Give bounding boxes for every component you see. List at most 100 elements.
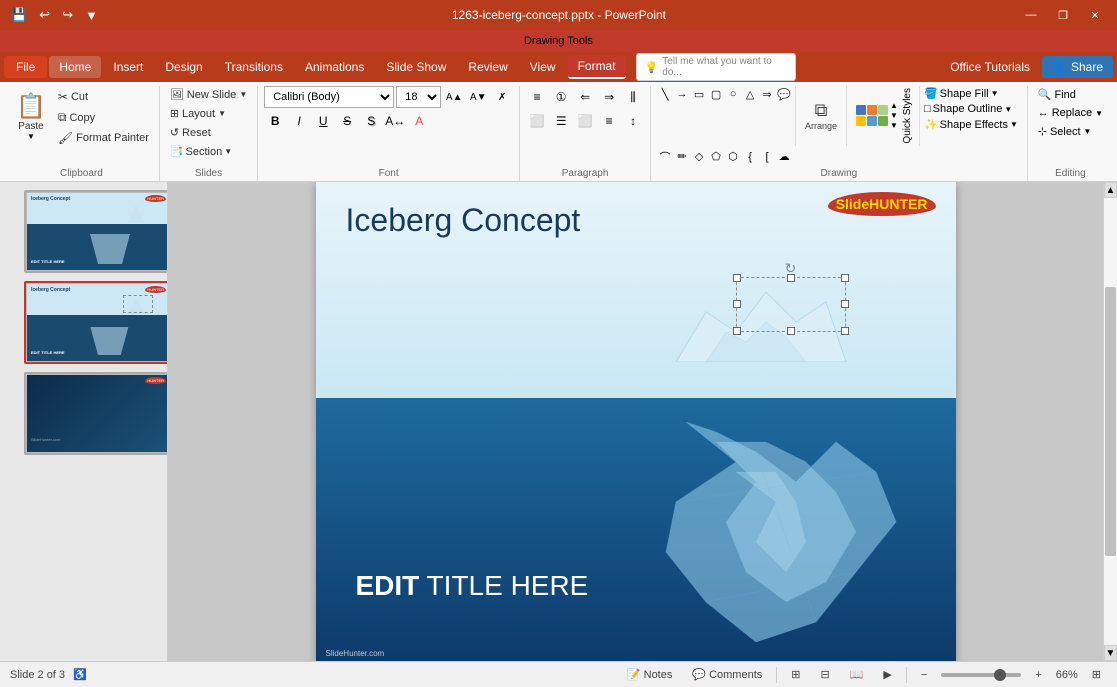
slide-image-3[interactable]: HUNTER SlideHunter.com [24, 372, 168, 455]
quick-styles-scroll-down[interactable]: ▼ [890, 111, 898, 120]
shape-curved-line-btn[interactable]: ⌒ [657, 149, 673, 165]
quick-styles-more[interactable]: ▼ [890, 121, 898, 130]
align-left-button[interactable]: ⬜ [526, 110, 548, 132]
align-right-button[interactable]: ⬜ [574, 110, 596, 132]
slide-title[interactable]: Iceberg Concept [346, 202, 581, 239]
slide-sorter-button[interactable]: ⊟ [814, 666, 835, 683]
shape-outline-button[interactable]: □ Shape Outline ▼ [921, 102, 1021, 116]
shape-outline-dropdown[interactable]: ▼ [1004, 105, 1012, 114]
reset-button[interactable]: ↺ Reset [166, 124, 215, 141]
section-button[interactable]: 📑 Section ▼ [166, 143, 236, 160]
quick-styles-button[interactable]: ▲ ▼ ▼ Quick Styles [850, 86, 920, 146]
bold-button[interactable]: B [264, 110, 286, 132]
font-shrink-button[interactable]: A▼ [467, 86, 489, 108]
handle-bottom-right[interactable] [841, 327, 849, 335]
tell-me-input[interactable]: 💡 Tell me what you want to do... [636, 53, 796, 81]
zoom-out-button[interactable]: − [915, 667, 933, 683]
menu-review[interactable]: Review [458, 56, 517, 78]
handle-top-middle[interactable] [787, 274, 795, 282]
shape-round-rect-btn[interactable]: ▢ [708, 86, 724, 102]
fit-slide-button[interactable]: ⊞ [1086, 666, 1107, 683]
handle-top-right[interactable] [841, 274, 849, 282]
slide-thumb-3[interactable]: 3 HUNTER SlideHunter.com [6, 372, 161, 455]
font-color-button[interactable]: A [408, 110, 430, 132]
strikethrough-button[interactable]: S [336, 110, 358, 132]
menu-design[interactable]: Design [155, 56, 212, 78]
quick-styles-scroll-up[interactable]: ▲ [890, 101, 898, 110]
handle-bottom-left[interactable] [733, 327, 741, 335]
zoom-thumb[interactable] [994, 669, 1006, 681]
paste-button[interactable]: 📋 Paste ▼ [10, 86, 52, 147]
minimize-button[interactable]: — [1017, 5, 1045, 25]
menu-animations[interactable]: Animations [295, 56, 374, 78]
slide-show-button[interactable]: ▶ [877, 666, 897, 683]
line-spacing-button[interactable]: ↕ [622, 110, 644, 132]
shape-brace-btn[interactable]: { [742, 149, 758, 165]
increase-indent-button[interactable]: ⇒ [598, 86, 620, 108]
normal-view-button[interactable]: ⊞ [785, 666, 806, 683]
shape-pentagon-btn[interactable]: ⬠ [708, 149, 724, 165]
shape-fill-button[interactable]: 🪣 Shape Fill ▼ [921, 86, 1021, 101]
clear-formatting-button[interactable]: ✗ [491, 86, 513, 108]
reading-view-button[interactable]: 📖 [844, 666, 870, 683]
underline-button[interactable]: U [312, 110, 334, 132]
shape-rect-btn[interactable]: ▭ [691, 86, 707, 102]
menu-slide-show[interactable]: Slide Show [376, 56, 456, 78]
scroll-thumb[interactable] [1105, 287, 1116, 555]
save-icon[interactable]: 💾 [8, 5, 30, 25]
menu-insert[interactable]: Insert [103, 56, 153, 78]
align-center-button[interactable]: ☰ [550, 110, 572, 132]
menu-office-tutorials[interactable]: Office Tutorials [940, 56, 1040, 78]
arrange-button[interactable]: ⧉ Arrange [799, 86, 843, 146]
replace-dropdown[interactable]: ▼ [1095, 109, 1103, 118]
shape-hexagon-btn[interactable]: ⬡ [725, 149, 741, 165]
font-name-select[interactable]: Calibri (Body) [264, 86, 394, 108]
menu-file[interactable]: File [4, 56, 47, 78]
close-button[interactable]: ✕ [1081, 5, 1109, 25]
justify-button[interactable]: ≡ [598, 110, 620, 132]
share-button[interactable]: 👤 Share [1042, 56, 1113, 78]
slide-image-1[interactable]: Iceberg Concept HUNTER EDIT TITLE HERE [24, 190, 168, 273]
shape-freeform-btn[interactable]: ✏ [674, 149, 690, 165]
select-dropdown[interactable]: ▼ [1084, 127, 1092, 136]
scroll-track[interactable] [1104, 198, 1117, 645]
menu-transitions[interactable]: Transitions [215, 56, 293, 78]
select-button[interactable]: ⊹ Select ▼ [1034, 123, 1096, 140]
replace-button[interactable]: ↔ Replace ▼ [1034, 105, 1107, 121]
customize-quick-access-icon[interactable]: ▼ [82, 6, 101, 25]
menu-home[interactable]: Home [49, 56, 101, 78]
zoom-slider[interactable] [941, 673, 1021, 677]
format-painter-button[interactable]: 🖌 Format Painter [54, 129, 153, 147]
shape-triangle-btn[interactable]: △ [742, 86, 758, 102]
columns-button[interactable]: ⫼ [622, 86, 644, 108]
scroll-up-button[interactable]: ▲ [1104, 182, 1117, 198]
shape-oval-btn[interactable]: ○ [725, 86, 741, 102]
cut-button[interactable]: ✂ Cut [54, 88, 153, 106]
numbered-list-button[interactable]: ① [550, 86, 572, 108]
menu-format[interactable]: Format [568, 55, 626, 79]
zoom-in-button[interactable]: + [1029, 667, 1047, 683]
shape-bracket-btn[interactable]: [ [759, 149, 775, 165]
shape-fill-dropdown[interactable]: ▼ [991, 89, 999, 98]
handle-middle-right[interactable] [841, 300, 849, 308]
shape-effects-button[interactable]: ✨ Shape Effects ▼ [921, 117, 1021, 132]
find-button[interactable]: 🔍 Find [1034, 86, 1080, 103]
menu-view[interactable]: View [520, 56, 566, 78]
handle-top-left[interactable] [733, 274, 741, 282]
slide-thumb-2[interactable]: 2 Iceberg Concept HUNTER EDIT TITLE HERE [6, 281, 161, 364]
new-slide-button[interactable]: 🖼 New Slide ▼ [166, 86, 251, 103]
handle-middle-left[interactable] [733, 300, 741, 308]
slide-edit-text[interactable]: EDIT TITLE HERE [356, 570, 589, 602]
shape-right-arrow-btn[interactable]: ⇒ [759, 86, 775, 102]
char-spacing-button[interactable]: A↔ [384, 110, 406, 132]
shadow-button[interactable]: S [360, 110, 382, 132]
copy-button[interactable]: ⧉ Copy [54, 108, 153, 127]
handle-bottom-middle[interactable] [787, 327, 795, 335]
shape-line-btn[interactable]: ╲ [657, 86, 673, 102]
restore-button[interactable]: ❐ [1049, 5, 1077, 25]
shape-effects-dropdown[interactable]: ▼ [1010, 120, 1018, 129]
decrease-indent-button[interactable]: ⇐ [574, 86, 596, 108]
canvas-area[interactable]: Iceberg Concept SlideHUNTER EDIT TITLE H… [168, 182, 1103, 661]
font-size-select[interactable]: 18 [396, 86, 441, 108]
scroll-down-button[interactable]: ▼ [1104, 645, 1117, 661]
